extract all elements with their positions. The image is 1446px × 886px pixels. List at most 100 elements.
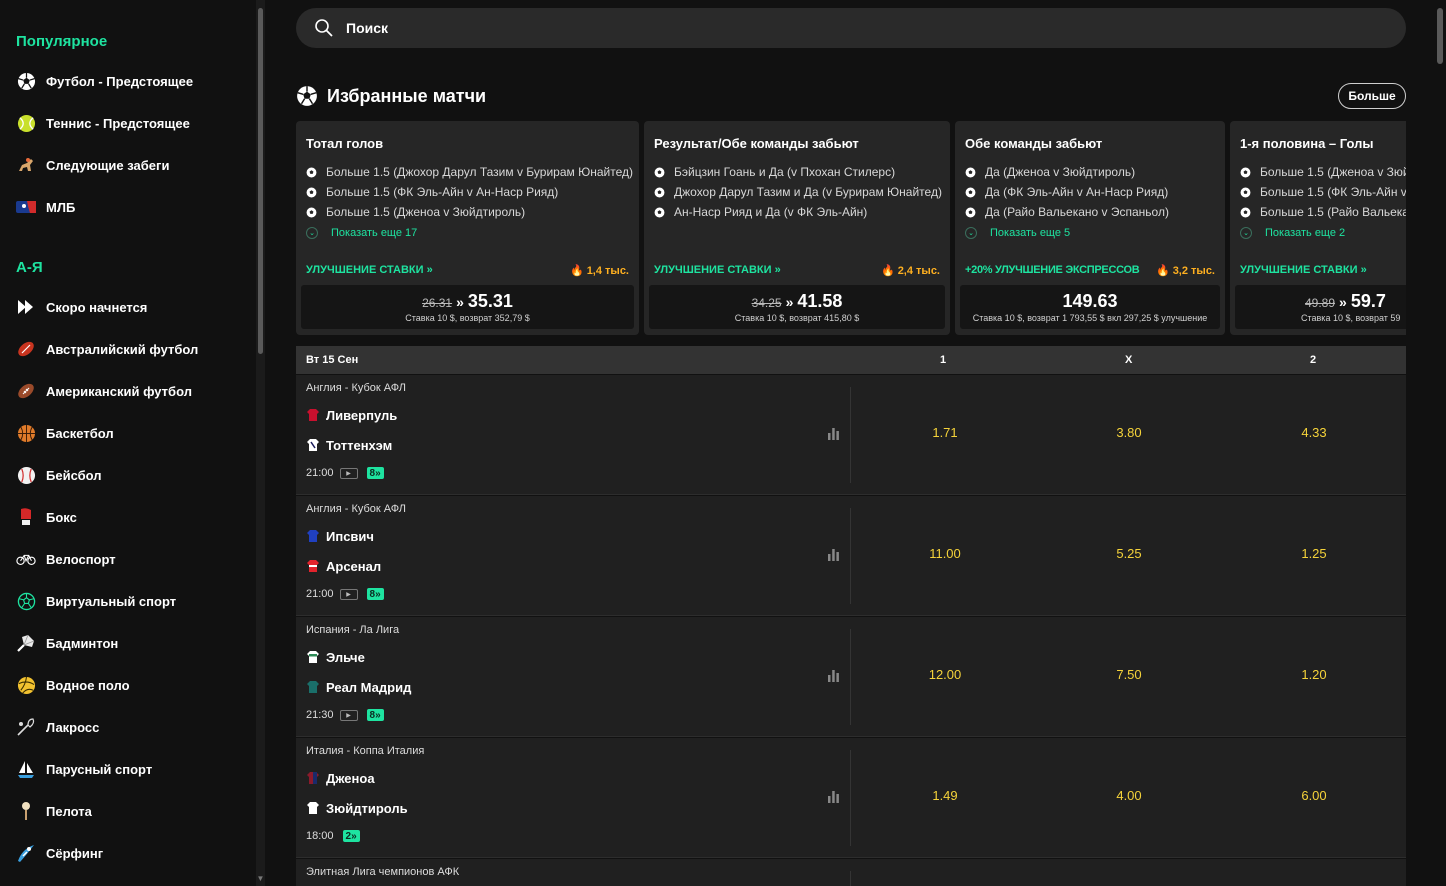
match-row[interactable]: Италия - Коппа Италия Дженоа Зюйдтироль … bbox=[296, 738, 1406, 858]
odds-home[interactable]: 11.00 bbox=[885, 546, 1005, 561]
australian-football-icon bbox=[16, 339, 36, 359]
sidebar-item-label: Теннис - Предстоящее bbox=[46, 115, 190, 131]
odds-button[interactable]: 49.89» 59.7 Ставка 10 $, возврат 59 bbox=[1235, 285, 1406, 329]
sidebar-item-starting-soon[interactable]: Скоро начнется bbox=[16, 295, 147, 319]
featured-matches-heading: Избранные матчи bbox=[296, 84, 486, 108]
sidebar-item-badminton[interactable]: Бадминтон bbox=[16, 631, 118, 655]
jersey-icon bbox=[307, 651, 319, 663]
sidebar-item-sailing[interactable]: Парусный спорт bbox=[16, 757, 152, 781]
odds-draw[interactable]: 7.50 bbox=[1069, 667, 1189, 682]
sidebar-item-label: Бадминтон bbox=[46, 635, 119, 651]
match-row[interactable]: Испания - Ла Лига Эльче Реал Мадрид 21:3… bbox=[296, 617, 1406, 737]
market-count-badge[interactable]: 8» bbox=[366, 709, 384, 721]
pelota-icon bbox=[16, 801, 36, 821]
stats-icon[interactable] bbox=[827, 669, 840, 682]
odds-away[interactable]: 6.00 bbox=[1254, 788, 1374, 803]
soccer-ball-icon bbox=[306, 207, 317, 217]
home-team: Эльче bbox=[306, 648, 365, 666]
match-row[interactable]: Англия - Кубок АФЛ Ливерпуль Тоттенхэм 2… bbox=[296, 375, 1406, 495]
sidebar-item-pelota[interactable]: Пелота bbox=[16, 799, 92, 823]
market-count-badge[interactable]: 2» bbox=[342, 830, 360, 842]
show-more-link[interactable]: ⌄ Показать еще 5 bbox=[965, 227, 1070, 239]
sidebar-item-mlb[interactable]: МЛБ bbox=[16, 195, 75, 219]
sidebar-item-next-races[interactable]: Следующие забеги bbox=[16, 153, 169, 177]
stake-return-text: Ставка 10 $, возврат 1 793,55 $ вкл 297,… bbox=[972, 313, 1208, 323]
search-bar[interactable] bbox=[296, 8, 1406, 48]
odds-draw[interactable]: 5.25 bbox=[1069, 546, 1189, 561]
sidebar-item-australian-football[interactable]: Австралийский футбол bbox=[16, 337, 198, 361]
featured-card[interactable]: Тотал голов Больше 1.5 (Джохор Дарул Таз… bbox=[296, 121, 639, 335]
sidebar-scrollbar-thumb[interactable] bbox=[258, 8, 263, 354]
featured-card[interactable]: Результат/Обе команды забьют Бэйцзин Гоа… bbox=[644, 121, 950, 335]
search-input[interactable] bbox=[346, 20, 1246, 36]
play-icon[interactable]: ▶ bbox=[339, 467, 358, 479]
home-team: Дженоа bbox=[306, 769, 375, 787]
sidebar-item-label: Водное поло bbox=[46, 677, 130, 693]
stats-icon[interactable] bbox=[827, 548, 840, 561]
main-scrollbar-thumb[interactable] bbox=[1437, 8, 1443, 64]
fire-icon: 🔥 bbox=[569, 265, 584, 277]
chevron-down-icon: ⌄ bbox=[1240, 227, 1252, 239]
odds-home[interactable]: 1.49 bbox=[885, 788, 1005, 803]
chevron-down-icon: ⌄ bbox=[306, 227, 318, 239]
show-more-link[interactable]: ⌄ Показать еще 17 bbox=[306, 227, 417, 239]
card-leg: Ан-Наср Рияд и Да (v ФК Эль-Айн) bbox=[654, 204, 867, 220]
jersey-icon bbox=[307, 772, 319, 784]
more-button[interactable]: Больше bbox=[1338, 83, 1406, 109]
market-count-badge[interactable]: 8» bbox=[366, 588, 384, 600]
surfing-icon bbox=[16, 843, 36, 863]
sidebar-item-cycling[interactable]: Велоспорт bbox=[16, 547, 116, 571]
sidebar-item-baseball[interactable]: Бейсбол bbox=[16, 463, 102, 487]
odds-button[interactable]: 26.31» 35.31 Ставка 10 $, возврат 352,79 … bbox=[301, 285, 634, 329]
water-polo-icon bbox=[16, 675, 36, 695]
sidebar-item-football-upcoming[interactable]: Футбол - Предстоящее bbox=[16, 69, 193, 93]
sidebar-item-virtual-sports[interactable]: Виртуальный спорт bbox=[16, 589, 176, 613]
soccer-ball-icon bbox=[306, 187, 317, 197]
sidebar-scroll-down-icon[interactable]: ▼ bbox=[256, 874, 265, 884]
popularity-count: 🔥 1,4 тыс. bbox=[569, 265, 629, 277]
sidebar: Популярное Футбол - Предстоящее Теннис -… bbox=[0, 0, 256, 886]
featured-card[interactable]: Обе команды забьют Да (Дженоа v Зюйдтиро… bbox=[955, 121, 1225, 335]
soccer-ball-icon bbox=[965, 187, 976, 197]
sidebar-item-tennis-upcoming[interactable]: Теннис - Предстоящее bbox=[16, 111, 190, 135]
divider bbox=[850, 750, 851, 846]
sidebar-item-water-polo[interactable]: Водное поло bbox=[16, 673, 130, 697]
match-time: 21:30 ▶ 8» bbox=[306, 709, 384, 721]
play-icon[interactable]: ▶ bbox=[339, 588, 358, 600]
stats-icon[interactable] bbox=[827, 790, 840, 803]
sidebar-item-boxing[interactable]: Бокс bbox=[16, 505, 77, 529]
new-odds: 41.58 bbox=[797, 291, 843, 311]
soccer-ball-icon bbox=[654, 167, 665, 177]
chevron-down-icon: ⌄ bbox=[965, 227, 977, 239]
odds-button[interactable]: 34.25» 41.58 Ставка 10 $, возврат 415,80 … bbox=[649, 285, 945, 329]
stats-icon[interactable] bbox=[827, 427, 840, 440]
section-title-a-z: А-Я bbox=[16, 259, 43, 276]
play-icon[interactable]: ▶ bbox=[339, 709, 358, 721]
sidebar-item-basketball[interactable]: Баскетбол bbox=[16, 421, 114, 445]
odds-button[interactable]: 149.63 Ставка 10 $, возврат 1 793,55 $ в… bbox=[960, 285, 1220, 329]
odds-away[interactable]: 1.20 bbox=[1254, 667, 1374, 682]
baseball-icon bbox=[16, 465, 36, 485]
match-row[interactable]: Элитная Лига чемпионов АФК bbox=[296, 859, 1406, 886]
divider bbox=[850, 508, 851, 604]
featured-card[interactable]: 1-я половина – Голы Больше 1.5 (Дженоа v… bbox=[1230, 121, 1406, 335]
odds-draw[interactable]: 3.80 bbox=[1069, 425, 1189, 440]
show-more-link[interactable]: ⌄ Показать еще 2 bbox=[1240, 227, 1345, 239]
badminton-icon bbox=[16, 633, 36, 653]
odds-home[interactable]: 12.00 bbox=[885, 667, 1005, 682]
divider bbox=[850, 387, 851, 483]
sidebar-item-surfing[interactable]: Сёрфинг bbox=[16, 841, 103, 865]
odds-away[interactable]: 4.33 bbox=[1254, 425, 1374, 440]
odds-home[interactable]: 1.71 bbox=[885, 425, 1005, 440]
boxing-glove-icon bbox=[16, 507, 36, 527]
soccer-ball-icon bbox=[1240, 207, 1251, 217]
odds-away[interactable]: 1.25 bbox=[1254, 546, 1374, 561]
match-row[interactable]: Англия - Кубок АФЛ Ипсвич Арсенал 21:00 ▶… bbox=[296, 496, 1406, 616]
odds-draw[interactable]: 4.00 bbox=[1069, 788, 1189, 803]
sidebar-item-lacrosse[interactable]: Лакросс bbox=[16, 715, 99, 739]
market-count-badge[interactable]: 8» bbox=[366, 467, 384, 479]
soccer-ball-icon bbox=[654, 187, 665, 197]
american-football-icon bbox=[16, 381, 36, 401]
sidebar-item-american-football[interactable]: Американский футбол bbox=[16, 379, 192, 403]
sidebar-item-label: Американский футбол bbox=[46, 383, 192, 399]
